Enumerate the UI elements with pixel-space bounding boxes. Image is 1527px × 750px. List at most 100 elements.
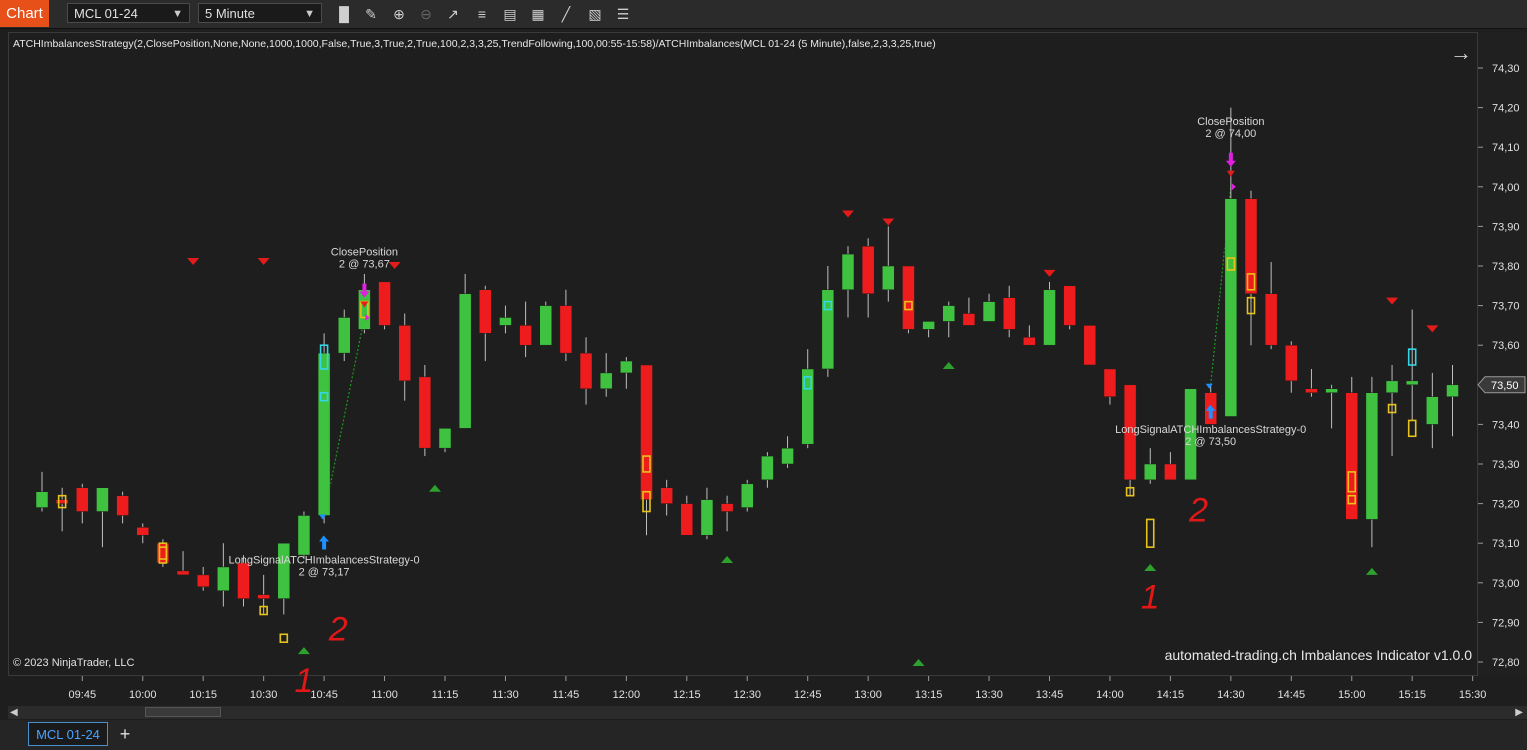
y-tick-label: 73,80 (1492, 261, 1520, 273)
candle-body (1144, 463, 1157, 481)
x-tick-label: 10:45 (310, 689, 338, 701)
candle-body (700, 499, 714, 536)
candle-body (217, 566, 230, 591)
y-tick-label: 73,00 (1492, 578, 1520, 590)
entry-signal-label: LongSignalATCHImbalancesStrategy-0 (229, 554, 420, 566)
bottom-tab-bar: MCL 01-24 + (0, 720, 1527, 750)
candle-body (76, 487, 89, 512)
exit-arrow-icon (1225, 152, 1236, 167)
horizontal-scrollbar[interactable]: ◀ ▶ (8, 706, 1527, 719)
y-tick-label: 73,10 (1492, 538, 1520, 550)
candle-body (640, 364, 653, 500)
handwritten-annotation: 1 (1141, 579, 1160, 617)
entry-price-label: 2 @ 73,50 (1185, 436, 1236, 448)
candle-body (237, 562, 250, 599)
handwritten-annotation: 2 (1188, 492, 1208, 530)
candle-body (378, 281, 391, 326)
arrow-right-icon[interactable]: → (1450, 42, 1472, 64)
swing-low-marker (721, 556, 734, 564)
x-tick-label: 10:30 (250, 689, 278, 701)
exit-price-label: 2 @ 74,00 (1205, 128, 1256, 140)
candle-body (1023, 337, 1036, 346)
candle-body (539, 305, 552, 346)
candle-body (398, 325, 411, 382)
entry-tick-marker (1205, 383, 1213, 389)
candle-body (418, 376, 432, 449)
tab-mcl-01-24[interactable]: MCL 01-24 (28, 722, 108, 746)
candle-body (519, 325, 532, 346)
copyright-text: © 2023 NinjaTrader, LLC (13, 657, 135, 669)
x-tick-label: 10:00 (129, 689, 157, 701)
swing-high-marker (257, 258, 270, 266)
x-tick-label: 14:15 (1157, 689, 1185, 701)
add-tab-button[interactable]: + (114, 722, 136, 746)
y-tick-label: 73,60 (1492, 340, 1520, 352)
candle-body (1285, 344, 1298, 382)
candle-body (1305, 388, 1318, 393)
swing-low-marker (912, 659, 925, 666)
x-tick-label: 13:15 (915, 689, 943, 701)
exit-triangle-marker (1226, 170, 1235, 177)
candle-body (297, 515, 311, 556)
scroll-right-icon[interactable]: ▶ (1515, 706, 1523, 719)
entry-signal-label: LongSignalATCHImbalancesStrategy-0 (1115, 424, 1306, 436)
candle-body (1325, 388, 1338, 393)
candle-body (559, 305, 573, 354)
swing-low-marker (1365, 567, 1378, 575)
candle-body (1224, 198, 1238, 417)
x-tick-label: 12:00 (613, 689, 641, 701)
candle-body (1365, 392, 1379, 520)
swing-low-marker (428, 484, 441, 492)
y-tick-label: 74,10 (1492, 142, 1520, 154)
candle-body (136, 527, 149, 536)
swing-high-marker (187, 258, 200, 266)
y-tick-label: 74,00 (1492, 182, 1520, 194)
candle-body (1002, 297, 1016, 330)
candle-body (579, 352, 593, 390)
candle-body (317, 352, 331, 516)
candle-body (680, 503, 694, 536)
entry-arrow-icon (319, 535, 330, 550)
candle-body (1063, 285, 1076, 326)
x-tick-label: 13:45 (1036, 689, 1064, 701)
x-tick-label: 13:00 (854, 689, 882, 701)
candle-body (982, 301, 996, 322)
candle-body (1405, 380, 1419, 386)
x-tick-label: 14:00 (1096, 689, 1124, 701)
imbalance-box (1407, 419, 1417, 438)
x-tick-label: 14:45 (1278, 689, 1306, 701)
entry-price-label: 2 @ 73,17 (299, 566, 350, 578)
candle-body (761, 455, 774, 481)
scroll-thumb[interactable] (145, 707, 221, 717)
x-tick-label: 12:30 (733, 689, 761, 701)
candle-body (116, 495, 129, 516)
candle-body (1264, 293, 1278, 346)
y-tick-label: 73,90 (1492, 221, 1520, 233)
x-tick-label: 15:30 (1459, 689, 1487, 701)
candle-body (841, 253, 855, 291)
candle-body (861, 245, 875, 294)
x-tick-label: 14:30 (1217, 689, 1245, 701)
candle-body (882, 265, 895, 291)
candle-body (257, 594, 270, 599)
swing-high-marker (1386, 297, 1399, 305)
candle-body (35, 491, 49, 508)
x-tick-label: 15:00 (1338, 689, 1366, 701)
swing-low-marker (297, 647, 310, 655)
candle-body (1385, 380, 1399, 393)
candle-body (338, 317, 351, 354)
x-tick-label: 11:45 (553, 689, 580, 701)
scroll-left-icon[interactable]: ◀ (10, 706, 18, 719)
strategy-title: ATCHImbalancesStrategy(2,ClosePosition,N… (13, 38, 936, 50)
swing-high-marker (842, 210, 854, 218)
candle-body (1083, 325, 1097, 366)
candle-body (1043, 289, 1056, 346)
candle-body (942, 305, 955, 322)
candle-body (1164, 463, 1177, 481)
last-price-label: 73,50 (1491, 380, 1519, 392)
x-tick-label: 12:15 (673, 689, 701, 701)
x-tick-label: 11:30 (492, 689, 519, 701)
candle-body (962, 313, 976, 326)
candle-body (499, 317, 512, 326)
candle-body (277, 542, 291, 599)
